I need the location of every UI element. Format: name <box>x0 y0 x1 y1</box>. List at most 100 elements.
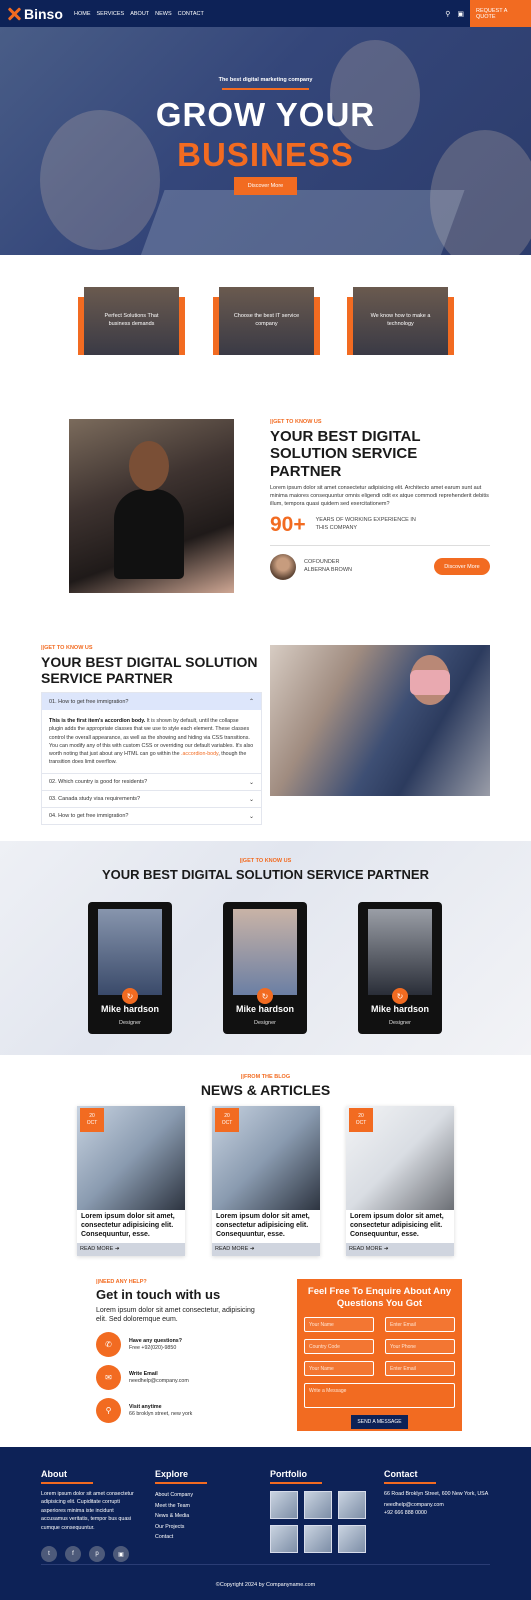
menu-services[interactable]: SERVICES <box>97 11 125 17</box>
name-input-2[interactable]: Your Name <box>304 1360 374 1376</box>
phone-input[interactable]: Your Phone <box>385 1338 455 1354</box>
portfolio-thumb[interactable] <box>270 1525 298 1553</box>
contact-address: ⚲ Visit anytime 66 broklyn street, new yo… <box>96 1398 266 1424</box>
brand-name: Binso <box>24 5 63 22</box>
team-tag: ||GET TO KNOW US <box>239 858 292 864</box>
founder-avatar <box>270 553 296 580</box>
read-more-link[interactable]: READ MORE ➜ <box>346 1243 454 1256</box>
cart-icon[interactable]: ▣ <box>457 10 464 18</box>
portfolio-grid <box>270 1491 370 1553</box>
twitter-icon[interactable]: t <box>41 1546 57 1563</box>
about-body: Lorem ipsum dolor sit amet consectetur a… <box>270 484 489 508</box>
team-card[interactable]: ↻ Mike hardson Designer <box>88 902 172 1034</box>
accordion-body-code: .accordion-body <box>181 751 219 757</box>
pinterest-icon[interactable]: p <box>89 1546 105 1563</box>
blog-date-badge: 20 OCT <box>349 1108 373 1132</box>
team-title: YOUR BEST DIGITAL SOLUTION SERVICE PARTN… <box>102 867 429 882</box>
faq-section: ||GET TO KNOW US YOUR BEST DIGITAL SOLUT… <box>41 645 262 826</box>
team-photo <box>233 909 297 995</box>
portfolio-thumb[interactable] <box>304 1491 332 1519</box>
experience-stat: 90+ YEARS OF WORKING EXPERIENCE IN THIS … <box>270 513 490 537</box>
contact-item-title: Write Email <box>129 1371 158 1378</box>
arrow-right-icon: ➜ <box>249 1246 255 1252</box>
share-icon[interactable]: ↻ <box>392 988 408 1004</box>
enquiry-form: Feel Free To Enquire About Any Questions… <box>297 1279 462 1431</box>
portfolio-thumb[interactable] <box>338 1491 366 1519</box>
footer-phone[interactable]: +92 666 888 0000 <box>384 1510 494 1518</box>
blog-post[interactable]: 20 OCT Lorem ipsum dolor sit amet, consec… <box>77 1106 185 1256</box>
blog-date-badge: 20 OCT <box>215 1108 239 1132</box>
feature-card-body: Choose the best IT service company <box>219 287 314 355</box>
team-photo <box>368 909 432 995</box>
footer-link[interactable]: Our Projects <box>155 1522 245 1533</box>
date-month: OCT <box>86 1119 98 1126</box>
footer-link[interactable]: About Company <box>155 1490 245 1501</box>
footer-link[interactable]: Contact <box>155 1532 245 1543</box>
blog-post[interactable]: 20 OCT Lorem ipsum dolor sit amet, consec… <box>346 1106 454 1256</box>
portfolio-thumb[interactable] <box>338 1525 366 1553</box>
contact-item-value[interactable]: needhelp@company.com <box>129 1378 189 1384</box>
footer-about-title: About <box>41 1469 93 1484</box>
contact-item-title: Have any questions? <box>129 1338 182 1345</box>
read-more-link[interactable]: READ MORE ➜ <box>212 1243 320 1256</box>
accordion-question: 03. Canada study visa requirements? <box>49 796 141 803</box>
about-discover-button[interactable]: Discover More <box>434 558 490 575</box>
feature-card[interactable]: Perfect Solutions That business demands <box>78 287 191 366</box>
contact-intro: Lorem ipsum dolor sit amet consectetur, … <box>96 1306 255 1324</box>
read-more-link[interactable]: READ MORE ➜ <box>77 1243 185 1256</box>
portfolio-thumb[interactable] <box>270 1491 298 1519</box>
brand-logo[interactable]: Binso <box>6 6 72 22</box>
email-input[interactable]: Enter Email <box>385 1316 455 1332</box>
team-card[interactable]: ↻ Mike hardson Designer <box>358 902 442 1034</box>
menu-news[interactable]: NEWS <box>155 11 172 17</box>
instagram-icon[interactable]: ▣ <box>113 1546 129 1563</box>
menu-about[interactable]: ABOUT <box>130 11 149 17</box>
founder-row: COFOUNDER ALBERNA BROWN Discover More <box>270 553 490 580</box>
accordion-header-1[interactable]: 01. How to get free immigration? ⌃ <box>42 693 261 711</box>
top-navbar: Binso HOME SERVICES ABOUT NEWS CONTACT ⚲… <box>0 0 531 27</box>
name-input[interactable]: Your Name <box>304 1316 374 1332</box>
share-icon[interactable]: ↻ <box>257 988 273 1004</box>
menu-contact[interactable]: CONTACT <box>178 11 204 17</box>
country-code-input[interactable]: Country Code <box>304 1338 374 1354</box>
request-quote-button[interactable]: REQUEST A QUOTE <box>470 0 531 27</box>
logo-x-icon <box>6 6 22 22</box>
email-input-2[interactable]: Enter Email <box>385 1360 455 1376</box>
feature-card-body: Perfect Solutions That business demands <box>84 287 179 355</box>
chevron-up-icon: ⌃ <box>248 699 254 706</box>
accordion-header-4[interactable]: 04. How to get free immigration? ⌄ <box>42 807 261 824</box>
arrow-right-icon: ➜ <box>383 1246 389 1252</box>
share-icon[interactable]: ↻ <box>122 988 138 1004</box>
read-more-label: READ MORE <box>215 1246 249 1252</box>
about-title: YOUR BEST DIGITAL SOLUTION SERVICE PARTN… <box>270 428 421 480</box>
feature-card[interactable]: We know how to make a technology <box>347 287 460 366</box>
footer-link[interactable]: Meet the Team <box>155 1501 245 1512</box>
footer: About Lorem ipsum dolor sit amet consect… <box>0 1447 531 1600</box>
accordion-header-3[interactable]: 03. Canada study visa requirements? ⌄ <box>42 790 261 807</box>
menu-home[interactable]: HOME <box>74 11 91 17</box>
read-more-label: READ MORE <box>349 1246 383 1252</box>
team-card[interactable]: ↻ Mike hardson Designer <box>223 902 307 1034</box>
blog-post-title: Lorem ipsum dolor sit amet, consectetur … <box>216 1213 310 1238</box>
search-icon[interactable]: ⚲ <box>445 10 450 18</box>
contact-item-title: Visit anytime <box>129 1404 162 1411</box>
footer-link[interactable]: News & Media <box>155 1511 245 1522</box>
contact-item-value[interactable]: Free +92(020)-9850 <box>129 1345 182 1351</box>
facebook-icon[interactable]: f <box>65 1546 81 1563</box>
faq-photo-mask <box>410 670 450 695</box>
feature-text: Perfect Solutions That business demands <box>104 313 159 327</box>
map-pin-icon: ⚲ <box>96 1398 121 1424</box>
portfolio-thumb[interactable] <box>304 1525 332 1553</box>
message-textarea[interactable]: Write a Message <box>304 1382 455 1408</box>
send-message-button[interactable]: SEND A MESSAGE <box>351 1414 408 1429</box>
blog-post[interactable]: 20 OCT Lorem ipsum dolor sit amet, consec… <box>212 1106 320 1256</box>
hero-discover-button[interactable]: Discover More <box>234 177 297 195</box>
footer-email[interactable]: needhelp@company.com <box>384 1502 494 1510</box>
footer-portfolio-title: Portfolio <box>270 1469 322 1484</box>
founder-info: COFOUNDER ALBERNA BROWN <box>304 559 352 574</box>
accordion-header-2[interactable]: 02. Which country is good for residents?… <box>42 773 261 790</box>
feature-card[interactable]: Choose the best IT service company <box>213 287 326 366</box>
footer-contact: Contact 66 Road Broklyn Street, 600 New … <box>384 1464 494 1518</box>
stat-label: YEARS OF WORKING EXPERIENCE IN THIS COMP… <box>315 516 416 531</box>
about-section: ||GET TO KNOW US YOUR BEST DIGITAL SOLUT… <box>270 419 490 580</box>
